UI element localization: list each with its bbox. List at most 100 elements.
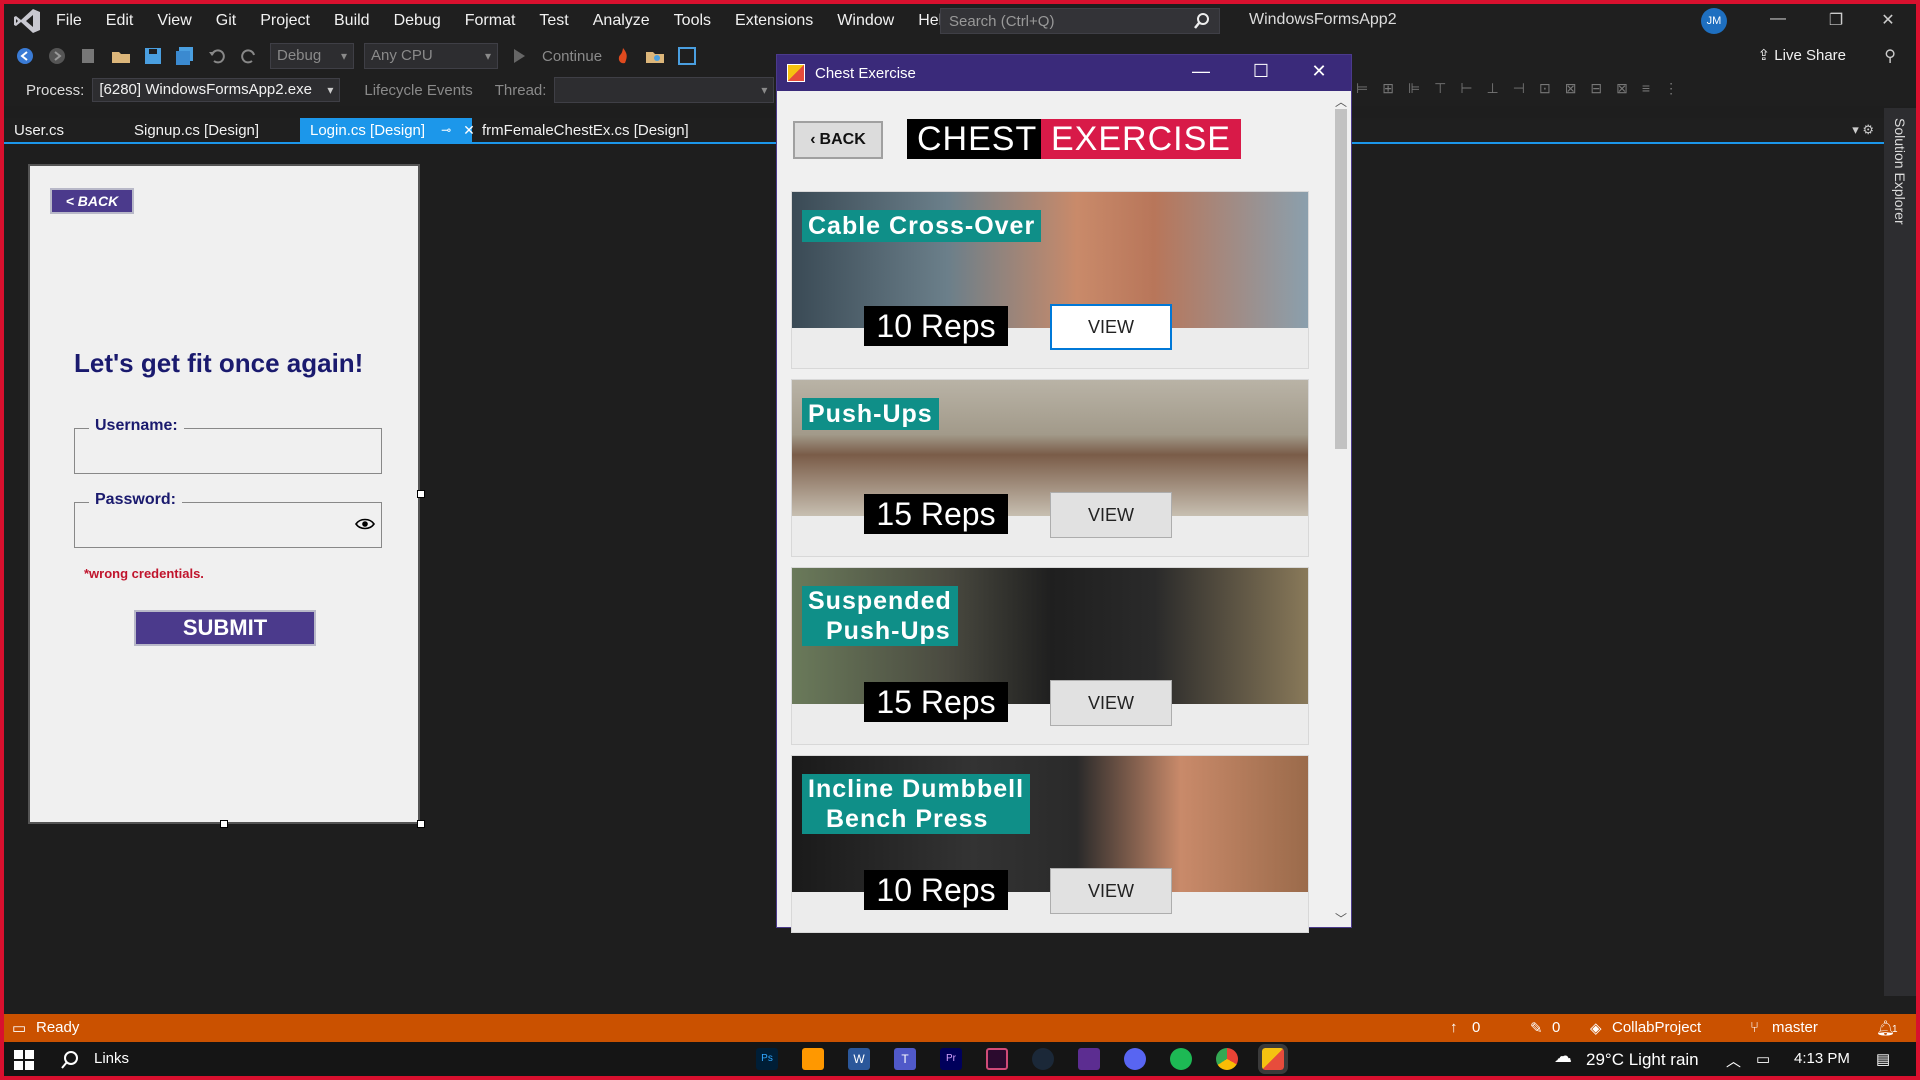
config-dropdown[interactable]: Debug (270, 43, 354, 69)
tab-user-cs[interactable]: User.cs (4, 118, 114, 142)
branch-name[interactable]: master (1772, 1019, 1818, 1036)
live-share-button[interactable]: ⇪ Live Share (1758, 46, 1846, 64)
resize-handle[interactable] (417, 490, 425, 498)
size-to-grid-icon[interactable]: ⊠ (1565, 80, 1577, 97)
show-password-eye-icon[interactable] (355, 517, 375, 531)
spotify-icon[interactable] (1170, 1048, 1192, 1070)
tab-login-design[interactable]: Login.cs [Design] ⊸ ✕ (300, 118, 475, 142)
menu-test[interactable]: Test (539, 12, 568, 30)
login-form-preview[interactable]: < BACK Let's get fit once again! Usernam… (28, 164, 420, 824)
visual-studio-icon[interactable] (1078, 1048, 1100, 1070)
pencil-icon[interactable]: ✎ (1530, 1019, 1543, 1037)
menu-debug[interactable]: Debug (394, 12, 441, 30)
menu-edit[interactable]: Edit (106, 12, 134, 30)
window-close-icon[interactable]: ✕ (1305, 61, 1333, 82)
lifecycle-events-label[interactable]: Lifecycle Events (364, 82, 472, 99)
align-right-icon[interactable]: ⊫ (1408, 80, 1420, 97)
chest-window-title-bar[interactable]: Chest Exercise — ☐ ✕ (777, 55, 1351, 91)
submit-button[interactable]: SUBMIT (134, 610, 316, 646)
clock-time[interactable]: 4:13 PM (1794, 1050, 1850, 1067)
save-all-icon[interactable] (174, 45, 196, 67)
winforms-app-icon[interactable] (1258, 1044, 1288, 1074)
align-left-icon[interactable]: ⊨ (1356, 80, 1368, 97)
scroll-down-icon[interactable]: ﹀ (1335, 910, 1347, 927)
hot-reload-icon[interactable] (612, 45, 634, 67)
view-button[interactable]: VIEW (1050, 680, 1172, 726)
redo-icon[interactable] (238, 45, 260, 67)
pin-icon[interactable]: ⊸ (441, 123, 451, 137)
push-arrow-icon[interactable]: ↑ (1450, 1019, 1458, 1036)
word-icon[interactable]: W (848, 1048, 870, 1070)
teams-icon[interactable]: T (894, 1048, 916, 1070)
menu-analyze[interactable]: Analyze (593, 12, 650, 30)
resize-handle[interactable] (220, 820, 228, 828)
solution-explorer-collapsed[interactable]: Solution Explorer (1884, 108, 1916, 996)
menu-window[interactable]: Window (837, 12, 894, 30)
view-button[interactable]: VIEW (1050, 304, 1172, 350)
push-count[interactable]: 0 (1472, 1019, 1480, 1036)
view-button[interactable]: VIEW (1050, 868, 1172, 914)
login-back-button[interactable]: < BACK (50, 188, 134, 214)
save-icon[interactable] (142, 45, 164, 67)
close-icon[interactable]: ✕ (1876, 10, 1900, 32)
repo-icon[interactable]: ◈ (1590, 1019, 1602, 1037)
restore-icon[interactable]: ❐ (1824, 10, 1848, 32)
premiere-icon[interactable]: Pr (940, 1048, 962, 1070)
align-bottom-icon[interactable]: ⊥ (1487, 80, 1499, 97)
user-avatar[interactable]: JM (1701, 8, 1727, 34)
new-project-icon[interactable] (78, 45, 100, 67)
project-name[interactable]: CollabProject (1612, 1019, 1701, 1036)
windows-start-icon[interactable] (14, 1050, 34, 1070)
open-folder-icon[interactable] (110, 45, 132, 67)
vertical-scrollbar[interactable]: ︿ ﹀ (1331, 93, 1351, 927)
platform-dropdown[interactable]: Any CPU (364, 43, 498, 69)
lock-controls-icon[interactable]: ⋮ (1664, 80, 1678, 97)
tab-overflow-icon[interactable]: ▾ ⚙ (1852, 122, 1874, 138)
menu-git[interactable]: Git (216, 12, 236, 30)
sublime-icon[interactable] (802, 1048, 824, 1070)
send-back-icon[interactable]: ⊠ (1616, 80, 1628, 97)
menu-format[interactable]: Format (465, 12, 516, 30)
make-same-size-icon[interactable]: ⊡ (1539, 80, 1551, 97)
screenshot-icon[interactable] (676, 45, 698, 67)
continue-label[interactable]: Continue (542, 48, 602, 65)
feedback-icon[interactable]: ⚲ (1884, 46, 1896, 66)
tab-signup-design[interactable]: Signup.cs [Design] (114, 118, 300, 142)
chrome-icon[interactable] (1216, 1048, 1238, 1070)
menu-extensions[interactable]: Extensions (735, 12, 813, 30)
thread-dropdown[interactable] (554, 77, 775, 103)
tab-order-icon[interactable]: ≡ (1642, 80, 1650, 97)
window-maximize-icon[interactable]: ☐ (1247, 61, 1275, 82)
bring-front-icon[interactable]: ⊟ (1590, 80, 1602, 97)
steam-icon[interactable] (1032, 1048, 1054, 1070)
view-button[interactable]: VIEW (1050, 492, 1172, 538)
links-toolbar[interactable]: Links (94, 1050, 129, 1067)
weather-text[interactable]: 29°C Light rain (1586, 1050, 1699, 1070)
process-dropdown[interactable]: [6280] WindowsFormsApp2.exe (92, 78, 341, 102)
scrollbar-thumb[interactable] (1335, 109, 1347, 449)
forward-navigate-icon[interactable] (46, 45, 68, 67)
continue-play-icon[interactable] (508, 45, 530, 67)
tab-female-chest-design[interactable]: frmFemaleChestEx.cs [Design] (472, 118, 702, 142)
menu-project[interactable]: Project (260, 12, 310, 30)
password-field[interactable]: Password: (74, 491, 382, 548)
meet-now-icon[interactable]: ▭ (1756, 1050, 1770, 1068)
browse-folder-icon[interactable] (644, 45, 666, 67)
menu-tools[interactable]: Tools (674, 12, 711, 30)
chest-back-button[interactable]: ‹ BACK (793, 121, 883, 159)
spacing-icon[interactable]: ⊣ (1513, 80, 1525, 97)
output-window-icon[interactable]: ▭ (12, 1019, 26, 1037)
menu-view[interactable]: View (157, 12, 191, 30)
align-top-icon[interactable]: ⊤ (1434, 80, 1446, 97)
changes-count[interactable]: 0 (1552, 1019, 1560, 1036)
undo-icon[interactable] (206, 45, 228, 67)
back-navigate-icon[interactable] (14, 45, 36, 67)
discord-icon[interactable] (1124, 1048, 1146, 1070)
branch-icon[interactable]: ⑂ (1750, 1019, 1759, 1036)
search-input[interactable]: Search (Ctrl+Q) (940, 8, 1220, 34)
window-minimize-icon[interactable]: — (1187, 61, 1215, 82)
minimize-icon[interactable]: — (1766, 10, 1790, 32)
action-center-icon[interactable]: ▤ (1876, 1050, 1890, 1068)
align-center-icon[interactable]: ⊞ (1382, 80, 1394, 97)
photoshop-icon[interactable]: Ps (756, 1048, 778, 1070)
